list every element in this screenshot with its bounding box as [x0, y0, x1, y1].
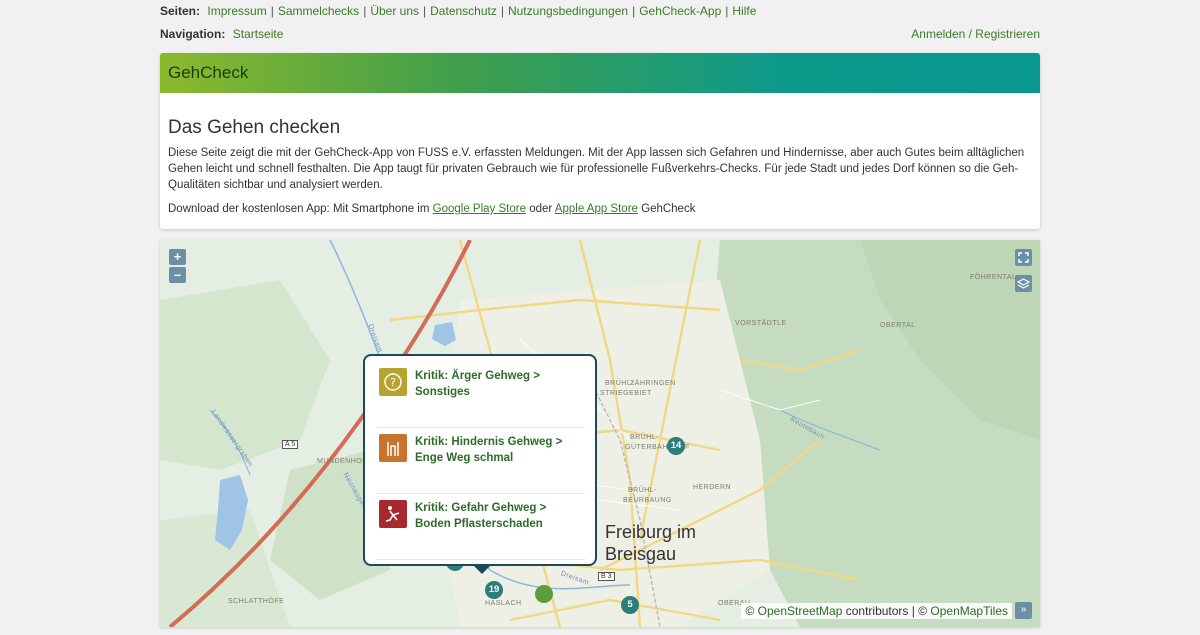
- link-sammelchecks[interactable]: Sammelchecks: [278, 4, 359, 18]
- popup-item-title[interactable]: Kritik: Gefahr Gehweg > Boden Pflastersc…: [415, 500, 585, 532]
- navigation-bar: Navigation: Startseite Anmelden / Regist…: [160, 23, 1040, 45]
- link-impressum[interactable]: Impressum: [207, 4, 266, 18]
- popup-item-title[interactable]: Kritik: Ärger Gehweg > Sonstiges: [415, 368, 585, 400]
- place-label: HASLACH: [485, 600, 522, 607]
- pages-label: Seiten:: [160, 4, 201, 18]
- road-shield-a5: A 5: [282, 440, 299, 449]
- place-label: HERDERN: [693, 484, 732, 491]
- attribution-prefix: ©: [745, 604, 755, 618]
- attribution-toggle-button[interactable]: »: [1015, 602, 1032, 619]
- openstreetmap-link[interactable]: OpenStreetMap: [758, 604, 843, 618]
- google-play-link[interactable]: Google Play Store: [433, 203, 526, 215]
- road-shield-b3: B 3: [598, 572, 615, 581]
- popup-item[interactable]: Kritik: Hindernis Gehweg > Enge Weg schm…: [377, 434, 585, 494]
- zoom-in-button[interactable]: +: [169, 249, 186, 265]
- place-label: FÖHRENTAL: [970, 274, 1017, 281]
- page-title: Das Gehen checken: [168, 117, 341, 138]
- intro-card: GehCheck Das Gehen checken Diese Seite z…: [160, 53, 1040, 229]
- obstacle-icon: [379, 434, 407, 462]
- link-datenschutz[interactable]: Datenschutz: [430, 4, 497, 18]
- map-marker-cluster[interactable]: 14: [667, 437, 685, 455]
- pages-nav: Seiten: Impressum | Sammelchecks | Über uns |…: [160, 4, 757, 18]
- apple-store-link[interactable]: Apple App Store: [555, 203, 638, 215]
- place-label: MUNDENHOF: [317, 458, 367, 465]
- popup-item[interactable]: Kritik: Gefahr Gehweg > Boden Pflastersc…: [377, 500, 585, 560]
- attribution-contributors: contributors | ©: [845, 604, 928, 618]
- popup-item-title[interactable]: Kritik: Hindernis Gehweg > Enge Weg schm…: [415, 434, 585, 466]
- place-label: BEURBAUNG: [623, 497, 672, 504]
- danger-icon: [379, 500, 407, 528]
- download-line: Download der kostenlosen App: Mit Smartp…: [168, 201, 1032, 217]
- svg-text:?: ?: [390, 376, 396, 389]
- city-label-line2: Breisgau: [605, 544, 677, 564]
- login-register-link[interactable]: Anmelden / Registrieren: [911, 23, 1040, 45]
- map-attribution: © OpenStreetMap contributors | © OpenMap…: [741, 603, 1012, 619]
- place-label: ZÄHRINGEN: [630, 380, 676, 387]
- map-marker-cluster[interactable]: 19: [485, 581, 503, 599]
- openmaptiles-link[interactable]: OpenMapTiles: [930, 604, 1008, 618]
- download-suffix: GehCheck: [641, 203, 696, 215]
- place-label: SCHLATTHÖFE: [228, 598, 285, 605]
- place-label: BRÜHL-: [605, 380, 635, 387]
- map-marker-cluster[interactable]: 5: [621, 596, 639, 614]
- place-label: OBERTAL: [880, 322, 916, 329]
- question-icon: ?: [379, 368, 407, 396]
- link-gehcheck-app[interactable]: GehCheck-App: [639, 4, 721, 18]
- map-popup: ? Kritik: Ärger Gehweg > Sonstiges Kriti…: [363, 354, 597, 574]
- place-label: BRÜHL-: [630, 434, 660, 441]
- city-label-line1: Freiburg im: [605, 522, 697, 542]
- zoom-out-button[interactable]: –: [169, 267, 186, 283]
- link-ueber-uns[interactable]: Über uns: [370, 4, 419, 18]
- fullscreen-icon[interactable]: [1015, 249, 1032, 266]
- map-view[interactable]: + – FÖHRENTAL VORSTÄDTLE OBERTAL ZÄHRING…: [160, 240, 1040, 627]
- intro-description: Diese Seite zeigt die mit der GehCheck-A…: [168, 147, 1025, 191]
- navigation-label: Navigation:: [160, 27, 226, 41]
- download-or: oder: [529, 203, 553, 215]
- gehcheck-banner: GehCheck: [160, 53, 1040, 93]
- zoom-controls: + –: [169, 249, 186, 285]
- place-label: VORSTÄDTLE: [735, 320, 787, 327]
- link-startseite[interactable]: Startseite: [233, 27, 284, 41]
- city-label: Freiburg im Breisgau: [605, 521, 696, 565]
- link-nutzungsbedingungen[interactable]: Nutzungsbedingungen: [508, 4, 628, 18]
- park-marker-icon[interactable]: [535, 585, 553, 603]
- layers-icon[interactable]: [1015, 275, 1032, 292]
- link-hilfe[interactable]: Hilfe: [732, 4, 756, 18]
- popup-item[interactable]: ? Kritik: Ärger Gehweg > Sonstiges: [377, 368, 585, 428]
- map-tiles[interactable]: [160, 240, 1040, 627]
- place-label: STRIEGEBIET: [600, 390, 652, 397]
- place-label: BRÜHL-: [628, 487, 658, 494]
- download-prefix: Download der kostenlosen App: Mit Smartp…: [168, 203, 430, 215]
